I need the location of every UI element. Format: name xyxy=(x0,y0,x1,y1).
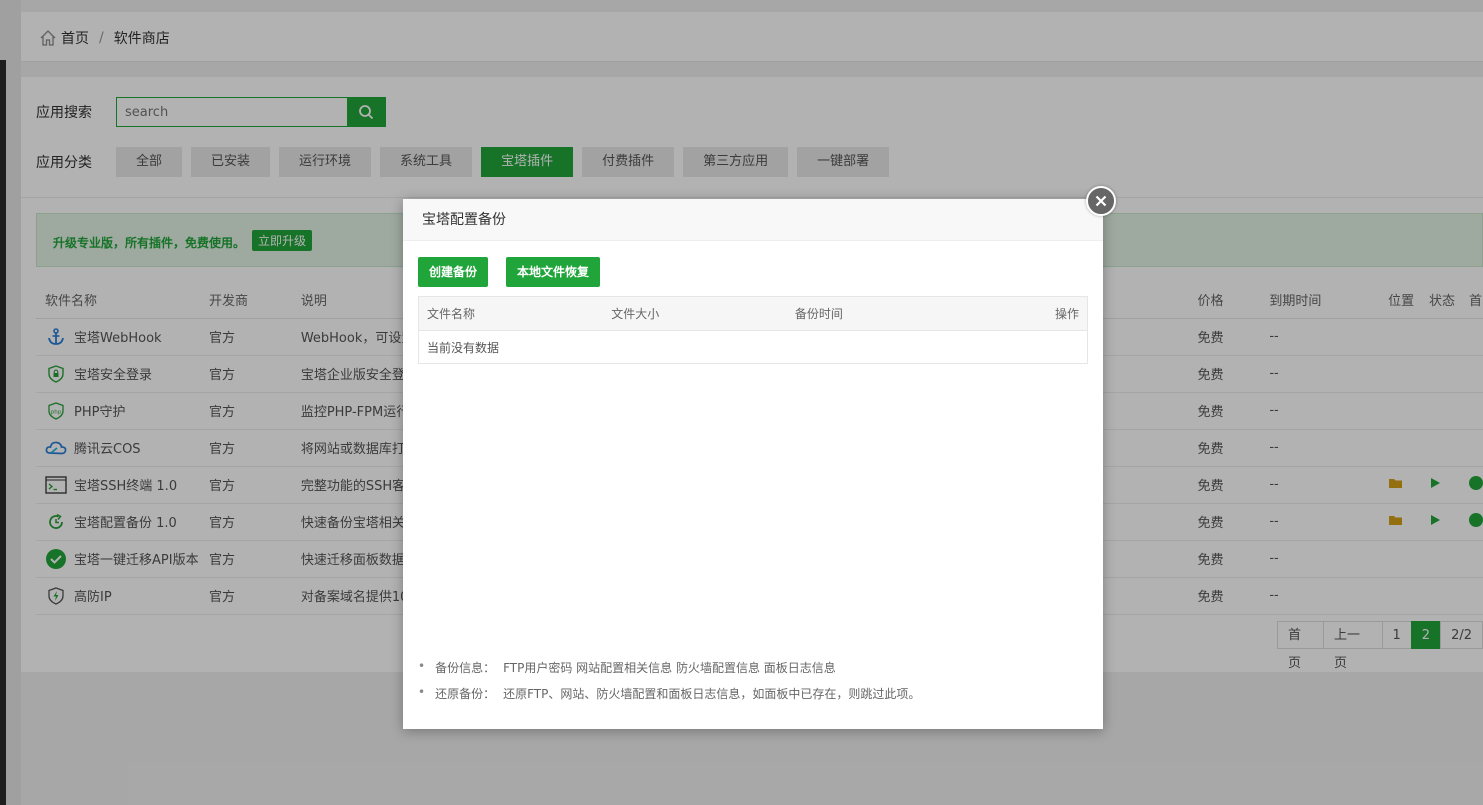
col-backup-time: 备份时间 xyxy=(786,296,1027,331)
table-header-row: 文件名称 文件大小 备份时间 操作 xyxy=(418,296,1088,331)
tip-text: FTP用户密码 网站配置相关信息 防火墙配置信息 面板日志信息 xyxy=(503,661,836,675)
tip-item: 备份信息： FTP用户密码 网站配置相关信息 防火墙配置信息 面板日志信息 xyxy=(418,659,920,676)
tip-item: 还原备份： 还原FTP、网站、防火墙配置和面板日志信息，如面板中已存在，则跳过此项… xyxy=(418,685,920,702)
tip-label: 还原备份： xyxy=(435,687,496,701)
backup-dialog: 宝塔配置备份 创建备份 本地文件恢复 文件名称 文件大小 备份时间 操作 当前没… xyxy=(403,186,1116,729)
tip-text: 还原FTP、网站、防火墙配置和面板日志信息，如面板中已存在，则跳过此项。 xyxy=(503,687,921,701)
backup-table: 文件名称 文件大小 备份时间 操作 当前没有数据 xyxy=(418,296,1088,364)
close-icon xyxy=(1095,195,1107,207)
create-backup-button[interactable]: 创建备份 xyxy=(418,257,489,287)
col-file-size: 文件大小 xyxy=(603,296,787,331)
col-actions: 操作 xyxy=(1026,296,1088,331)
close-button[interactable] xyxy=(1086,186,1116,216)
tip-label: 备份信息： xyxy=(435,661,496,675)
col-file-name: 文件名称 xyxy=(418,296,604,331)
backup-tips: 备份信息： FTP用户密码 网站配置相关信息 防火墙配置信息 面板日志信息 还原备… xyxy=(418,659,920,711)
dialog-title: 宝塔配置备份 xyxy=(403,199,1103,241)
empty-message: 当前没有数据 xyxy=(427,340,500,355)
empty-row: 当前没有数据 xyxy=(419,331,1088,364)
dialog-toolbar: 创建备份 本地文件恢复 xyxy=(418,257,618,287)
local-restore-button[interactable]: 本地文件恢复 xyxy=(506,257,601,287)
